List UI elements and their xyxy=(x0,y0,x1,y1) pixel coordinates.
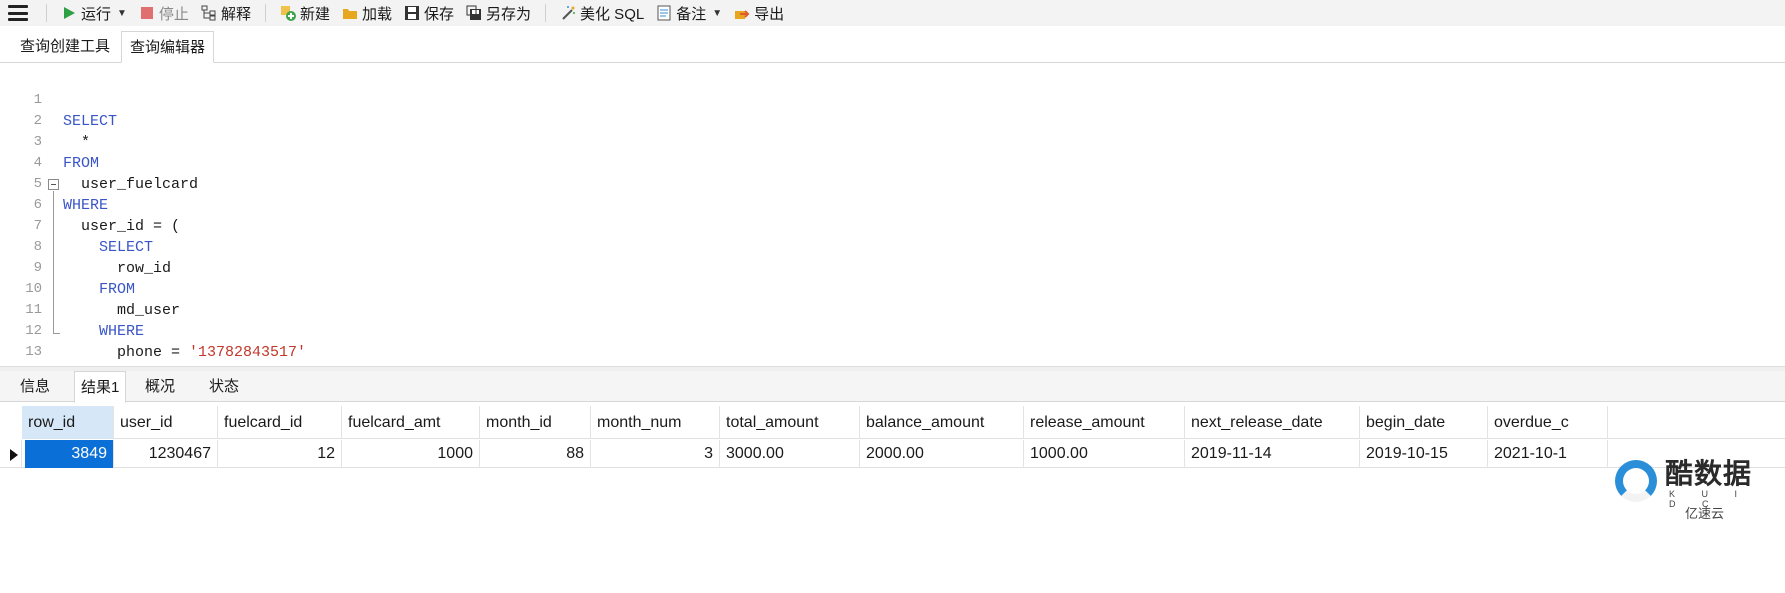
stop-button[interactable]: 停止 xyxy=(133,0,195,26)
play-icon xyxy=(64,7,75,19)
explain-button[interactable]: 解释 xyxy=(195,0,257,26)
table-cell[interactable]: 3849 xyxy=(25,440,114,468)
column-header[interactable]: balance_amount xyxy=(860,406,1024,439)
fold-guide xyxy=(53,191,54,333)
code-text: phone = '13782843517' xyxy=(63,342,306,363)
chevron-down-icon[interactable]: ▼ xyxy=(117,8,127,19)
folder-icon xyxy=(342,9,357,19)
column-header[interactable]: month_id xyxy=(480,406,591,439)
tab-result1[interactable]: 结果1 xyxy=(74,371,127,403)
table-cell[interactable]: 12 xyxy=(218,440,342,468)
tab-query-builder[interactable]: 查询创建工具 xyxy=(12,31,118,63)
code-line: 9 FROM xyxy=(0,237,1785,298)
watermark: 酷数据 K U I D C 亿速云 xyxy=(1615,452,1765,522)
code-line: 11 WHERE xyxy=(0,279,1785,340)
toolbar-separator xyxy=(46,4,47,22)
note-label: 备注 xyxy=(676,5,707,23)
column-header[interactable]: month_num xyxy=(591,406,720,439)
chevron-down-icon[interactable]: ▼ xyxy=(712,8,722,19)
magic-wand-icon xyxy=(562,6,576,20)
column-header[interactable]: row_id xyxy=(22,406,114,439)
column-header[interactable]: user_id xyxy=(114,406,218,439)
save-label: 保存 xyxy=(423,5,454,23)
sql-editor[interactable]: 1 SELECT 2 * 3 FROM 4 user_fuelcard 5 WH… xyxy=(0,66,1785,382)
run-label: 运行 xyxy=(81,5,112,23)
table-cell[interactable]: 3 xyxy=(591,440,720,468)
explain-label: 解释 xyxy=(220,5,251,23)
column-header[interactable]: overdue_c xyxy=(1488,406,1608,439)
watermark-logo-icon xyxy=(1615,460,1657,502)
new-button[interactable]: 新建 xyxy=(274,0,336,26)
code-string: '13782843517' xyxy=(189,344,307,361)
watermark-corner-text: 亿速云 xyxy=(1685,506,1725,521)
code-line: 3 FROM xyxy=(0,111,1785,172)
table-row[interactable]: 3849 1230467 12 1000 88 3 3000.00 2000.0… xyxy=(22,440,1785,468)
column-header[interactable]: release_amount xyxy=(1024,406,1185,439)
table-cell[interactable]: 2019-10-15 xyxy=(1360,440,1488,468)
new-query-icon xyxy=(280,6,296,21)
result-tab-bar: 信息 结果1 概况 状态 xyxy=(0,371,1785,403)
export-label: 导出 xyxy=(754,5,785,23)
code-line: 4 user_fuelcard xyxy=(0,132,1785,193)
tab-profile[interactable]: 概况 xyxy=(139,371,181,402)
code-line: 7 SELECT xyxy=(0,195,1785,256)
save-as-label: 另存为 xyxy=(486,5,532,23)
code-line: 10 md_user xyxy=(0,258,1785,319)
export-icon xyxy=(735,10,750,19)
save-button[interactable]: 保存 xyxy=(398,0,460,26)
new-label: 新建 xyxy=(299,5,330,23)
main-toolbar: 运行 ▼ 停止 解释 新建 加载 保存 另存为 美化 SQL 备注 ▼ 导出 xyxy=(0,0,1785,26)
table-cell[interactable]: 3000.00 xyxy=(720,440,860,468)
code-line: 2 * xyxy=(0,90,1785,151)
watermark-title: 酷数据 xyxy=(1665,457,1753,490)
save-as-icon xyxy=(466,5,481,20)
beautify-sql-button[interactable]: 美化 SQL xyxy=(554,0,650,26)
fold-end-marker xyxy=(53,333,60,334)
toolbar-separator xyxy=(264,4,266,22)
code-line: 13 ) xyxy=(0,321,1785,382)
fold-collapse-icon[interactable] xyxy=(48,179,59,190)
code-line: 1 SELECT xyxy=(0,69,1785,130)
table-cell[interactable]: 1230467 xyxy=(114,440,218,468)
column-header[interactable]: fuelcard_amt xyxy=(342,406,480,439)
code-line: 6 user_id = ( xyxy=(0,174,1785,235)
current-row-arrow-icon xyxy=(10,449,18,461)
run-button[interactable]: 运行 ▼ xyxy=(55,0,133,26)
note-button[interactable]: 备注 ▼ xyxy=(650,0,728,26)
note-icon xyxy=(657,5,671,21)
result-grid: row_id user_id fuelcard_id fuelcard_amt … xyxy=(0,406,1785,593)
table-cell[interactable]: 1000.00 xyxy=(1024,440,1185,468)
load-button[interactable]: 加载 xyxy=(336,0,398,26)
stop-icon xyxy=(140,7,153,19)
stop-label: 停止 xyxy=(158,5,189,23)
code-line: 12 phone = '13782843517' xyxy=(0,300,1785,361)
beautify-label: 美化 SQL xyxy=(580,5,645,23)
grid-header: row_id user_id fuelcard_id fuelcard_amt … xyxy=(22,406,1785,439)
table-cell[interactable]: 1000 xyxy=(342,440,480,468)
table-cell[interactable]: 2019-11-14 xyxy=(1185,440,1360,468)
tab-status[interactable]: 状态 xyxy=(203,371,245,402)
export-button[interactable]: 导出 xyxy=(728,0,790,26)
hamburger-menu-icon[interactable] xyxy=(8,5,28,21)
table-cell[interactable]: 88 xyxy=(480,440,591,468)
explain-icon xyxy=(201,5,216,21)
table-cell[interactable]: 2021-10-1 xyxy=(1488,440,1608,468)
table-cell[interactable]: 2000.00 xyxy=(860,440,1024,468)
line-number: 13 xyxy=(25,344,42,360)
column-header[interactable]: total_amount xyxy=(720,406,860,439)
code-text-part: phone = xyxy=(63,344,190,361)
column-header[interactable]: begin_date xyxy=(1360,406,1488,439)
tab-info[interactable]: 信息 xyxy=(14,371,56,402)
load-label: 加载 xyxy=(361,5,392,23)
editor-tab-bar: 查询创建工具 查询编辑器 xyxy=(0,31,1785,63)
save-icon xyxy=(404,6,419,20)
toolbar-separator xyxy=(545,4,547,22)
save-as-button[interactable]: 另存为 xyxy=(460,0,537,26)
code-line: 5 WHERE xyxy=(0,153,1785,214)
column-header[interactable]: next_release_date xyxy=(1185,406,1360,439)
column-header[interactable]: fuelcard_id xyxy=(218,406,342,439)
code-line: 8 row_id xyxy=(0,216,1785,277)
tab-query-editor[interactable]: 查询编辑器 xyxy=(121,31,215,63)
